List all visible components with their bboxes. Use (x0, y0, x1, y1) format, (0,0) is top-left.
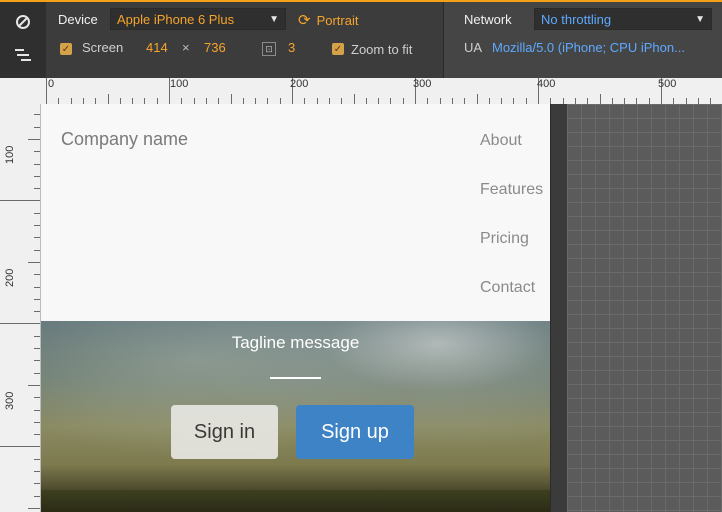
device-viewport: Company name About Features Pricing Cont… (41, 104, 550, 512)
hero-section: Tagline message Sign in Sign up (41, 321, 550, 512)
screen-label: Screen (82, 40, 124, 55)
ua-label: UA (464, 40, 483, 55)
emulation-toolbar: Device Apple iPhone 6 Plus ▼ ⟳ Portrait … (0, 0, 722, 78)
device-select[interactable]: Apple iPhone 6 Plus ▼ (110, 8, 286, 30)
orientation-label: Portrait (316, 12, 359, 28)
ruler-vertical-ticks (0, 114, 40, 509)
device-settings-pane: Device Apple iPhone 6 Plus ▼ ⟳ Portrait … (46, 2, 444, 78)
screen-checkbox[interactable]: ✓ (60, 43, 72, 55)
nav-link-pricing[interactable]: Pricing (480, 230, 529, 248)
nav-link-features[interactable]: Features (480, 181, 543, 199)
device-pixel-ratio-icon: ⊡ (262, 42, 276, 56)
screen-width-field[interactable]: 414 (146, 40, 168, 55)
ruler-label-0: 0 (48, 78, 55, 90)
device-label: Device (58, 12, 98, 27)
ruler-label-100: 100 (170, 78, 189, 90)
hero-ground-image (41, 490, 550, 512)
ruler-label-200: 200 (290, 78, 309, 90)
chevron-down-icon: ▼ (269, 13, 279, 25)
ruler-vertical: 100 200 300 (0, 104, 41, 512)
ruler-label-v200: 200 (4, 268, 16, 287)
no-emulation-icon[interactable] (12, 11, 34, 33)
zoom-to-fit-checkbox[interactable]: ✓ (332, 43, 344, 55)
ruler-label-v100: 100 (4, 145, 16, 164)
network-select[interactable]: No throttling ▼ (534, 8, 712, 30)
sign-up-button[interactable]: Sign up (296, 405, 414, 459)
device-pixel-ratio-field[interactable]: 3 (288, 40, 295, 55)
nav-link-about[interactable]: About (480, 132, 522, 150)
ruler-label-400: 400 (537, 78, 556, 90)
network-label: Network (464, 12, 512, 27)
ruler-horizontal: 0 100 200 300 400 500 (46, 78, 722, 105)
ruler-label-300: 300 (413, 78, 432, 90)
site-navbar: Company name About Features Pricing Cont… (41, 104, 550, 322)
network-settings-pane: Network No throttling ▼ UA Mozilla/5.0 (… (444, 2, 722, 78)
user-agent-field[interactable]: Mozilla/5.0 (iPhone; CPU iPhon... (492, 40, 685, 55)
ruler-corner (0, 78, 46, 105)
device-select-value: Apple iPhone 6 Plus (117, 11, 235, 27)
media-queries-icon[interactable] (12, 44, 34, 66)
tool-column (0, 2, 46, 78)
screen-height-field[interactable]: 736 (204, 40, 226, 55)
nav-link-contact[interactable]: Contact (480, 279, 535, 297)
chevron-down-icon: ▼ (695, 13, 705, 25)
ruler-label-500: 500 (658, 78, 677, 90)
sign-in-button[interactable]: Sign in (171, 405, 278, 459)
ruler-label-v300: 300 (4, 391, 16, 410)
network-select-value: No throttling (541, 11, 612, 27)
hero-tagline: Tagline message (231, 333, 360, 352)
rotate-icon: ⟳ (298, 12, 311, 29)
ruler-horizontal-ticks (46, 78, 711, 104)
dimension-separator: × (182, 40, 190, 55)
canvas-grid-background (567, 104, 722, 512)
zoom-to-fit-label: Zoom to fit (351, 42, 413, 57)
hero-divider (270, 377, 321, 379)
site-brand[interactable]: Company name (61, 129, 188, 150)
orientation-toggle[interactable]: ⟳ Portrait (298, 11, 358, 29)
